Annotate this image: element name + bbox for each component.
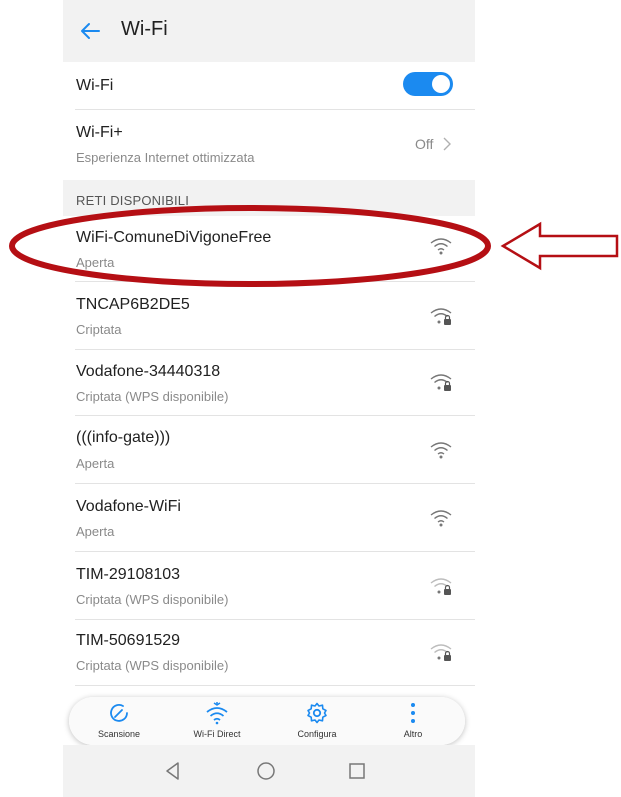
network-item[interactable]: (((info-gate))) Aperta — [63, 416, 475, 484]
wifi-plus-label: Wi-Fi+ — [76, 124, 123, 141]
network-security: Criptata (WPS disponibile) — [76, 592, 229, 607]
refresh-icon — [110, 704, 128, 722]
wifi-signal-icon — [430, 442, 452, 459]
network-security: Aperta — [76, 524, 115, 539]
available-networks-header: RETI DISPONIBILI — [63, 180, 475, 216]
wifi-toggle-label: Wi-Fi — [76, 77, 114, 94]
system-nav-bar — [63, 745, 475, 797]
pointer-arrow-icon — [500, 221, 619, 271]
more-button[interactable]: Altro — [365, 697, 461, 745]
network-item[interactable]: TNCAP6B2DE5 Criptata — [63, 282, 475, 350]
wifi-lock-icon — [430, 644, 452, 661]
network-security: Criptata (WPS disponibile) — [76, 389, 229, 404]
wifi-plus-row[interactable]: Wi-Fi+ Esperienza Internet ottimizzata — [63, 110, 475, 180]
network-item[interactable]: TIM-50691529 Criptata (WPS disponibile) — [63, 620, 475, 686]
wifi-settings-screen: Wi-Fi Wi-Fi Wi-Fi+ Esperienza Internet o… — [63, 0, 475, 797]
wifi-signal-icon — [430, 510, 452, 527]
wifi-signal-icon — [430, 238, 452, 255]
network-item[interactable]: TIM-29108103 Criptata (WPS disponibile) — [63, 552, 475, 620]
network-item[interactable]: Vodafone-34440318 Criptata (WPS disponib… — [63, 350, 475, 416]
network-security: Aperta — [76, 456, 115, 471]
chevron-right-icon — [443, 137, 451, 151]
configure-button[interactable]: Configura — [269, 697, 365, 745]
network-item[interactable]: WiFi-ComuneDiVigoneFree Aperta — [63, 216, 475, 282]
nav-recents-icon[interactable] — [345, 759, 369, 783]
wifi-direct-icon — [206, 702, 228, 725]
bottom-action-bar: Scansione Wi-Fi Direct Configura Altro — [69, 697, 465, 745]
network-name: Vodafone-WiFi — [76, 498, 181, 515]
back-arrow-icon[interactable] — [77, 18, 103, 44]
wifi-plus-subtitle: Esperienza Internet ottimizzata — [76, 150, 255, 165]
network-name: TIM-29108103 — [76, 566, 181, 583]
network-name: TIM-50691529 — [76, 632, 181, 649]
wifi-lock-icon — [430, 374, 452, 391]
wifi-toggle-switch[interactable] — [403, 72, 453, 96]
network-item[interactable]: Vodafone-WiFi Aperta — [63, 484, 475, 552]
nav-back-icon[interactable] — [161, 759, 185, 783]
wifi-lock-icon — [430, 308, 452, 325]
network-name: WiFi-ComuneDiVigoneFree — [76, 229, 272, 246]
configure-label: Configura — [297, 729, 337, 739]
wifi-lock-icon — [430, 578, 452, 595]
page-title: Wi-Fi — [121, 18, 168, 40]
wifi-direct-button[interactable]: Wi-Fi Direct — [169, 697, 265, 745]
network-name: (((info-gate))) — [76, 429, 171, 446]
network-name: TNCAP6B2DE5 — [76, 296, 190, 313]
scan-button[interactable]: Scansione — [71, 697, 167, 745]
wifi-direct-label: Wi-Fi Direct — [193, 729, 241, 739]
nav-home-icon[interactable] — [254, 759, 278, 783]
wifi-plus-status: Off — [415, 136, 434, 152]
more-label: Altro — [403, 729, 423, 739]
more-vert-icon — [411, 703, 415, 723]
scan-label: Scansione — [97, 729, 141, 739]
network-security: Criptata (WPS disponibile) — [76, 658, 229, 673]
network-security: Aperta — [76, 255, 115, 270]
network-security: Criptata — [76, 322, 122, 337]
network-name: Vodafone-34440318 — [76, 363, 221, 380]
app-bar: Wi-Fi — [63, 0, 475, 62]
gear-icon — [307, 702, 327, 724]
